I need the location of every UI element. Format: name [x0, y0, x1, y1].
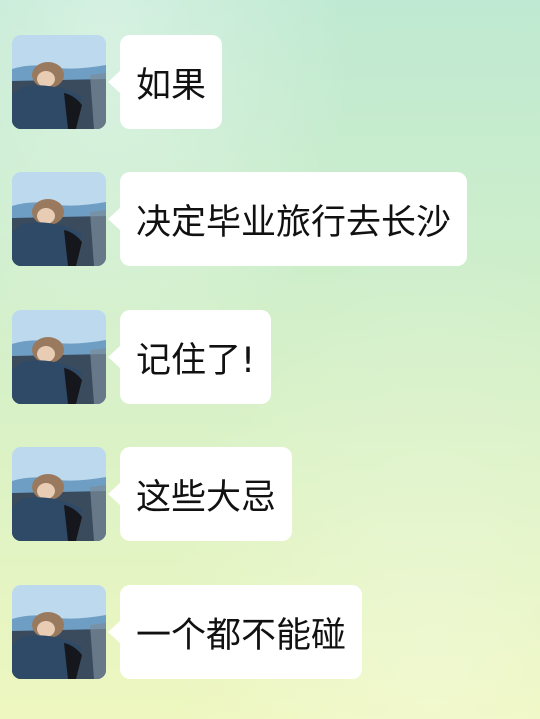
message-bubble-wrapper: 这些大忌: [107, 447, 293, 541]
user-avatar-icon: [12, 585, 106, 679]
message-row: 决定毕业旅行去长沙: [12, 172, 532, 268]
chat-message-list: 如果 决定毕业旅行去长沙 记住了! 这些大忌 一个都不能碰: [0, 0, 540, 719]
message-bubble[interactable]: 这些大忌: [107, 447, 293, 541]
avatar[interactable]: [12, 447, 106, 541]
message-text: 一个都不能碰: [136, 615, 347, 656]
user-avatar-icon: [12, 447, 106, 541]
user-avatar-icon: [12, 310, 106, 404]
message-text: 如果: [136, 65, 207, 106]
avatar[interactable]: [12, 585, 106, 679]
message-bubble[interactable]: 如果: [107, 35, 223, 129]
message-text: 这些大忌: [136, 477, 277, 518]
user-avatar-icon: [12, 35, 106, 129]
message-bubble[interactable]: 一个都不能碰: [107, 585, 363, 679]
user-avatar-icon: [12, 172, 106, 266]
message-bubble[interactable]: 记住了!: [107, 310, 272, 404]
message-row: 一个都不能碰: [12, 585, 532, 681]
message-row: 如果: [12, 35, 532, 131]
avatar[interactable]: [12, 35, 106, 129]
message-row: 这些大忌: [12, 447, 532, 543]
avatar[interactable]: [12, 310, 106, 404]
message-bubble-wrapper: 如果: [107, 35, 223, 129]
message-bubble-wrapper: 决定毕业旅行去长沙: [107, 172, 468, 266]
message-bubble-wrapper: 一个都不能碰: [107, 585, 363, 679]
message-row: 记住了!: [12, 310, 532, 406]
avatar[interactable]: [12, 172, 106, 266]
message-bubble-wrapper: 记住了!: [107, 310, 272, 404]
message-bubble[interactable]: 决定毕业旅行去长沙: [107, 172, 468, 266]
message-text: 决定毕业旅行去长沙: [136, 202, 452, 243]
message-text: 记住了!: [136, 340, 256, 381]
